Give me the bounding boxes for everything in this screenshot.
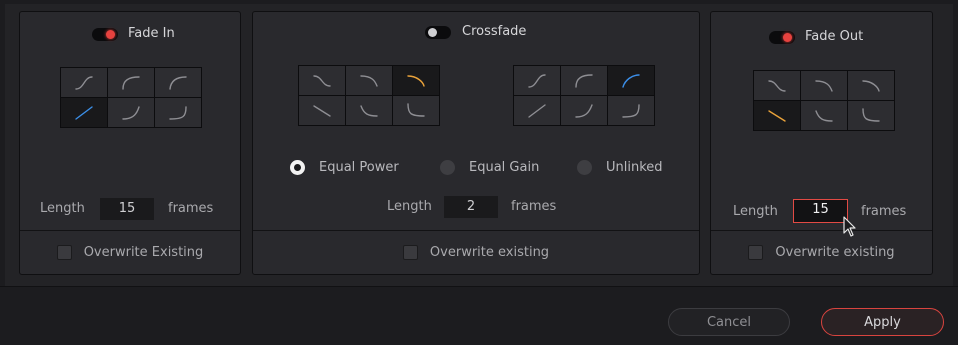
equal-gain-label: Equal Gain (469, 160, 540, 175)
overwrite-label: Overwrite existing (775, 245, 895, 260)
crossfade-in-curve-grid (513, 65, 655, 126)
crossfade-in-curve-fade-in-corner[interactable] (608, 96, 654, 125)
fade-in-corner-curve-icon (622, 103, 640, 118)
fade-in-linear-curve-icon (528, 103, 546, 118)
fade-in-s-curve-icon (528, 73, 546, 88)
s-end-curve-icon (169, 105, 187, 120)
fade-in-curve-grid (60, 67, 202, 128)
fade-in-dip-curve-icon (575, 103, 593, 118)
fade-in-round-curve-icon (575, 73, 593, 88)
option-equal-gain[interactable]: Equal Gain (440, 160, 539, 175)
equal-power-label: Equal Power (319, 160, 399, 175)
unlinked-label: Unlinked (606, 160, 663, 175)
fade-out-curve-fade-out-linear[interactable] (754, 101, 800, 130)
unlinked-radio[interactable] (577, 160, 592, 175)
crossfade-overwrite-row: Overwrite existing (253, 230, 699, 274)
length-label: Length (387, 199, 432, 214)
crossfade-overwrite-checkbox[interactable] (402, 245, 418, 260)
fade-out-corner-curve-icon (407, 102, 425, 117)
fade-out-s-curve-icon (768, 79, 786, 92)
crossfade-out-curve-fade-out-dip[interactable] (346, 96, 392, 125)
fade-in-curve-s-end[interactable] (155, 98, 201, 127)
fade-out-dip-curve-icon (815, 109, 833, 122)
fade-out-round-curve-icon (815, 79, 833, 92)
overwrite-label: Overwrite Existing (83, 245, 204, 260)
fade-out-s-curve-icon (313, 74, 331, 87)
fade-out-linear-curve-icon (313, 104, 331, 117)
footer-divider (0, 286, 958, 287)
equal-power-radio[interactable] (290, 160, 305, 175)
fade-out-curve-curve-icon (407, 74, 425, 87)
mouse-cursor-icon (843, 216, 856, 237)
crossfade-out-curve-fade-out-linear[interactable] (299, 96, 345, 125)
fade-in-panel: Fade In Length 15 frames Overwrite Exist… (19, 11, 241, 275)
fade-in-toggle[interactable] (92, 28, 118, 41)
fade-out-curve-curve-icon (862, 79, 880, 92)
fade-out-curve-fade-out-dip[interactable] (801, 101, 847, 130)
crossfade-panel: Crossfade Equal Power Equal Gain Unlinke… (252, 11, 700, 275)
frames-label: frames (861, 204, 907, 219)
fade-in-title: Fade In (128, 26, 175, 41)
fade-out-curve-grid (753, 70, 895, 131)
fade-out-dip-curve-icon (360, 104, 378, 117)
fade-out-toggle[interactable] (769, 31, 795, 44)
fade-out-curve-fade-out-curve[interactable] (848, 71, 894, 100)
ease-out-steep-curve-icon (169, 75, 187, 90)
fade-out-overwrite-row: Overwrite existing (711, 230, 932, 274)
fade-in-curve-ease-out-steep[interactable] (155, 68, 201, 97)
ease-in-late-curve-icon (122, 105, 140, 120)
fade-in-curve-linear[interactable] (61, 98, 107, 127)
fade-out-curve-fade-out-round[interactable] (801, 71, 847, 100)
crossfade-title: Crossfade (462, 24, 527, 39)
overwrite-label: Overwrite existing (429, 245, 550, 260)
frames-label: frames (168, 201, 214, 216)
fade-in-curve-ease-in[interactable] (61, 68, 107, 97)
equal-gain-radio[interactable] (440, 160, 455, 175)
apply-button[interactable]: Apply (821, 308, 944, 336)
length-label: Length (733, 204, 778, 219)
fade-out-linear-curve-icon (768, 109, 786, 122)
crossfade-out-curve-fade-out-curve[interactable] (393, 66, 439, 95)
fade-in-curve-ease-in-late[interactable] (108, 98, 154, 127)
crossfade-in-curve-fade-in-s[interactable] (514, 66, 560, 95)
crossfade-out-curve-grid (298, 65, 440, 126)
crossfade-in-curve-fade-in-dip[interactable] (561, 96, 607, 125)
ease-out-curve-icon (122, 75, 140, 90)
option-equal-power[interactable]: Equal Power (290, 160, 399, 175)
length-label: Length (40, 201, 85, 216)
crossfade-in-curve-fade-in-round[interactable] (561, 66, 607, 95)
fade-out-length-input[interactable]: 15 (793, 199, 848, 223)
fade-in-overwrite-row: Overwrite Existing (20, 230, 240, 274)
fade-out-curve-fade-out-corner[interactable] (848, 101, 894, 130)
crossfade-out-curve-fade-out-corner[interactable] (393, 96, 439, 125)
crossfade-out-curve-fade-out-round[interactable] (346, 66, 392, 95)
crossfade-toggle[interactable] (425, 26, 451, 39)
fade-out-curve-fade-out-s[interactable] (754, 71, 800, 100)
fade-out-panel: Fade Out Length 15 frames Overwrite exis… (710, 11, 933, 275)
fade-out-overwrite-checkbox[interactable] (748, 245, 764, 260)
crossfade-in-curve-fade-in-curve[interactable] (608, 66, 654, 95)
linear-curve-icon (75, 105, 93, 120)
crossfade-out-curve-fade-out-s[interactable] (299, 66, 345, 95)
crossfade-in-curve-fade-in-linear[interactable] (514, 96, 560, 125)
fade-settings-area: Fade In Length 15 frames Overwrite Exist… (5, 4, 953, 286)
fade-in-length-input[interactable]: 15 (100, 198, 154, 220)
crossfade-length-input[interactable]: 2 (444, 196, 498, 218)
fade-in-curve-curve-icon (622, 73, 640, 88)
fade-out-round-curve-icon (360, 74, 378, 87)
cancel-button[interactable]: Cancel (668, 308, 790, 336)
frames-label: frames (511, 199, 557, 214)
ease-in-curve-icon (75, 75, 93, 90)
fade-in-curve-ease-out[interactable] (108, 68, 154, 97)
fade-out-corner-curve-icon (862, 107, 880, 122)
option-unlinked[interactable]: Unlinked (577, 160, 663, 175)
fade-out-title: Fade Out (805, 29, 864, 44)
fade-in-overwrite-checkbox[interactable] (56, 245, 72, 260)
